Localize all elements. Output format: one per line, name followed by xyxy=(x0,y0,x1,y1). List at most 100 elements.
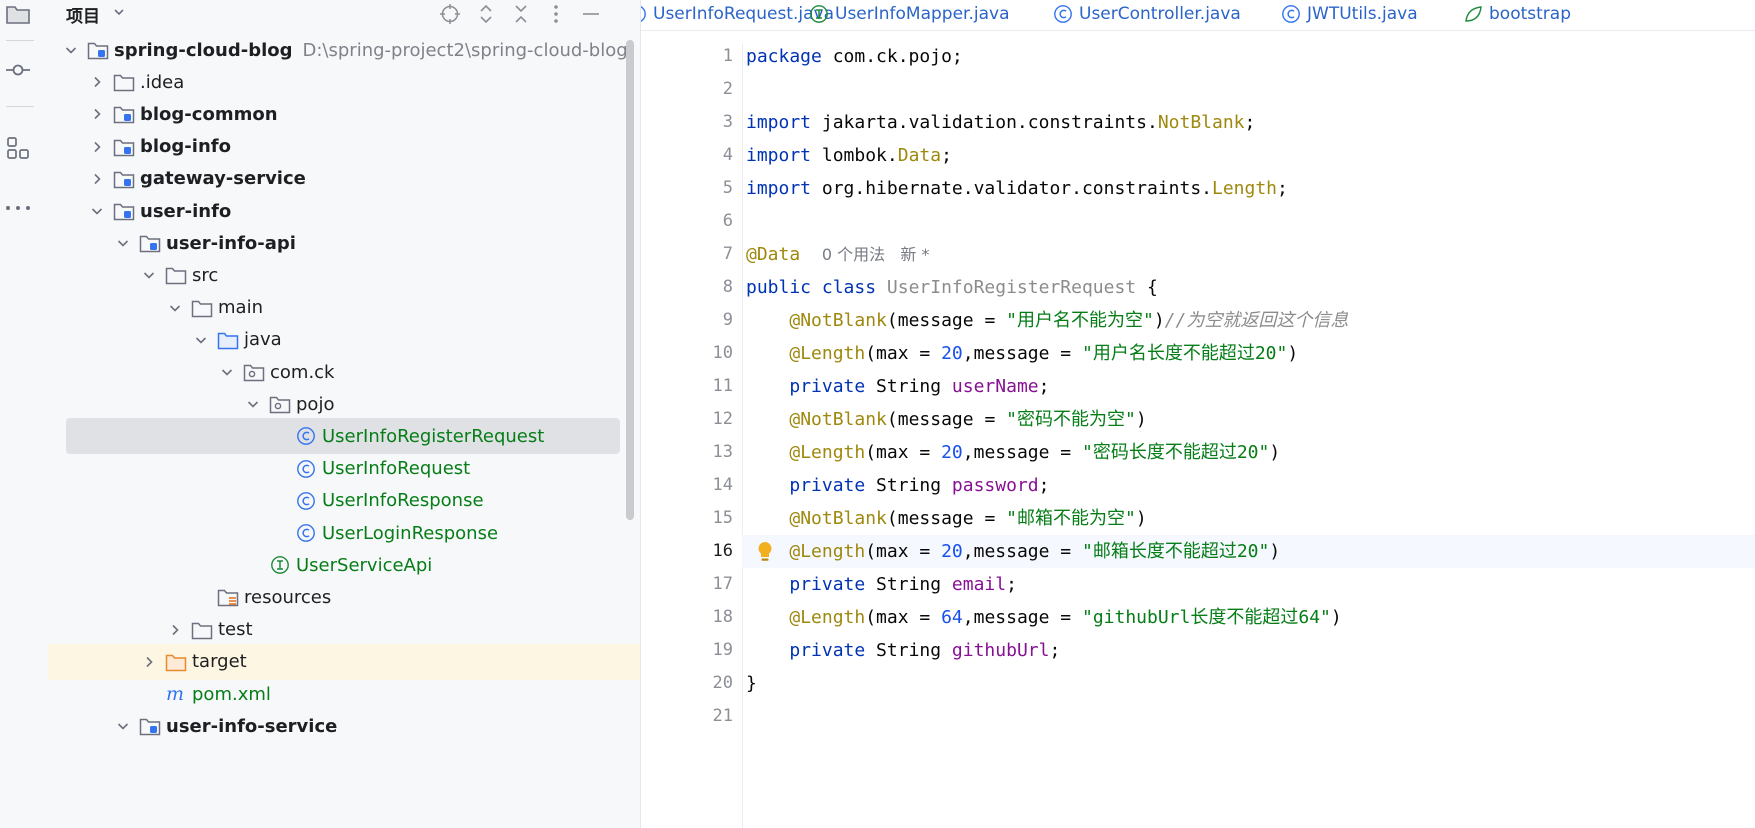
tree-item[interactable]: spring-cloud-blog D:\spring-project2\spri… xyxy=(48,32,640,68)
tree-item[interactable]: test xyxy=(48,612,640,648)
code-line[interactable]: @Data 0 个用法 新 * xyxy=(742,238,1755,271)
tree-item[interactable]: m pom.xml xyxy=(48,676,640,712)
expand-all-icon[interactable] xyxy=(474,2,498,26)
chevron-right-icon[interactable] xyxy=(88,170,106,188)
code-line[interactable] xyxy=(742,205,1755,238)
chevron-right-icon[interactable] xyxy=(166,621,184,639)
usage-hint[interactable]: 0 个用法 新 * xyxy=(822,245,930,264)
hide-panel-icon[interactable] xyxy=(579,2,603,26)
chevron-down-icon[interactable] xyxy=(244,395,262,413)
line-number: 3 xyxy=(722,112,733,132)
tree-item[interactable]: UserInfoResponse xyxy=(48,483,640,519)
editor-tab-label: UserInfoRequest.java xyxy=(653,4,834,24)
editor-tab[interactable]: UserInfoMapper.java xyxy=(809,0,1010,28)
interface-icon xyxy=(268,554,292,576)
code-line[interactable]: @Length(max = 64,message = "githubUrl长度不… xyxy=(742,601,1755,634)
tree-item[interactable]: resources xyxy=(48,579,640,615)
line-number: 17 xyxy=(712,574,733,594)
locate-icon[interactable] xyxy=(438,2,462,26)
tree-item[interactable]: pojo xyxy=(48,386,640,422)
code-line[interactable]: } xyxy=(742,667,1755,700)
code-line[interactable] xyxy=(742,73,1755,106)
tree-item[interactable]: user-info-api xyxy=(48,225,640,261)
tree-item[interactable]: UserLoginResponse xyxy=(48,515,640,551)
code-line[interactable]: import jakarta.validation.constraints.No… xyxy=(742,106,1755,139)
project-scrollbar[interactable] xyxy=(626,40,634,520)
code-line[interactable]: public class UserInfoRegisterRequest { xyxy=(742,271,1755,304)
line-number: 20 xyxy=(712,673,733,693)
code-line[interactable]: private String userName; xyxy=(742,370,1755,403)
chevron-down-icon[interactable] xyxy=(166,299,184,317)
code-line[interactable]: import org.hibernate.validator.constrain… xyxy=(742,172,1755,205)
code-line[interactable]: import lombok.Data; xyxy=(742,139,1755,172)
editor-tab[interactable]: UserController.java xyxy=(1053,0,1241,28)
options-icon[interactable] xyxy=(544,2,568,26)
tree-item[interactable]: main xyxy=(48,290,640,326)
code-token: @NotBlank xyxy=(789,508,887,529)
code-token: (message = xyxy=(886,508,1007,529)
code-token: ; xyxy=(1038,475,1050,496)
line-number: 16 xyxy=(712,541,733,561)
tree-item[interactable]: target xyxy=(48,643,640,680)
code-token: 20 xyxy=(941,442,963,463)
code-line[interactable]: @NotBlank(message = "邮箱不能为空") xyxy=(742,502,1755,535)
tree-item[interactable]: java xyxy=(48,322,640,358)
tree-item[interactable]: UserInfoRegisterRequest xyxy=(66,418,620,455)
chevron-right-icon[interactable] xyxy=(140,653,158,671)
code-line[interactable]: package com.ck.pojo; xyxy=(742,40,1755,73)
code-line[interactable] xyxy=(742,700,1755,733)
more-tools-icon[interactable] xyxy=(4,194,32,222)
tree-item[interactable]: com.ck xyxy=(48,354,640,390)
chevron-down-icon[interactable] xyxy=(112,4,126,23)
folder-icon xyxy=(190,297,214,319)
code-line[interactable]: private String githubUrl; xyxy=(742,634,1755,667)
code-line[interactable]: @Length(max = 20,message = "密码长度不能超过20") xyxy=(742,436,1755,469)
code-line[interactable]: private String password; xyxy=(742,469,1755,502)
excluded-folder-icon xyxy=(164,651,188,673)
folder-icon xyxy=(112,71,136,93)
chevron-down-icon[interactable] xyxy=(192,331,210,349)
project-tool-icon[interactable] xyxy=(4,0,32,28)
editor-tab[interactable]: bootstrap xyxy=(1463,0,1571,28)
editor-tab[interactable]: UserInfoRequest.java xyxy=(641,0,834,28)
lightbulb-icon[interactable] xyxy=(756,540,774,564)
code-line[interactable]: private String email; xyxy=(742,568,1755,601)
editor-tab-label: UserInfoMapper.java xyxy=(835,4,1010,24)
chevron-down-icon[interactable] xyxy=(114,234,132,252)
line-number: 11 xyxy=(712,376,733,396)
structure-tool-icon[interactable] xyxy=(4,134,32,162)
tree-item[interactable]: gateway-service xyxy=(48,161,640,197)
tree-item[interactable]: blog-common xyxy=(48,96,640,132)
code-token: ,message = xyxy=(962,442,1082,463)
tree-item[interactable]: user-info xyxy=(48,193,640,229)
chevron-right-icon[interactable] xyxy=(88,73,106,91)
chevron-right-icon[interactable] xyxy=(88,105,106,123)
tree-item[interactable]: .idea xyxy=(48,64,640,100)
tree-item[interactable]: UserServiceApi xyxy=(48,547,640,583)
chevron-down-icon[interactable] xyxy=(140,266,158,284)
code-token: @NotBlank xyxy=(789,310,887,331)
chevron-down-icon[interactable] xyxy=(88,202,106,220)
tree-item[interactable]: UserInfoRequest xyxy=(48,451,640,487)
project-panel-title[interactable]: 项目 xyxy=(66,2,100,27)
chevron-down-icon[interactable] xyxy=(218,363,236,381)
code-token: } xyxy=(746,673,757,694)
code-line[interactable]: @Length(max = 20,message = "用户名长度不能超过20"… xyxy=(742,337,1755,370)
chevron-down-icon[interactable] xyxy=(62,41,80,59)
code-line[interactable]: @NotBlank(message = "用户名不能为空")//为空就返回这个信… xyxy=(742,304,1755,337)
collapse-all-icon[interactable] xyxy=(509,2,533,26)
tree-item-label: gateway-service xyxy=(140,168,306,190)
code-line[interactable]: @NotBlank(message = "密码不能为空") xyxy=(742,403,1755,436)
chevron-down-icon[interactable] xyxy=(114,717,132,735)
tree-item[interactable]: src xyxy=(48,257,640,293)
chevron-right-icon[interactable] xyxy=(88,138,106,156)
tree-item[interactable]: blog-info xyxy=(48,129,640,165)
tree-item[interactable]: user-info-service xyxy=(48,708,640,744)
code-line[interactable]: @Length(max = 20,message = "邮箱长度不能超过20") xyxy=(742,535,1755,568)
editor-tab[interactable]: JWTUtils.java xyxy=(1281,0,1418,28)
folder-icon xyxy=(190,619,214,641)
code-token: ) xyxy=(1135,508,1147,529)
code-token: 20 xyxy=(941,541,963,562)
code-token: (max = xyxy=(865,607,942,628)
commit-tool-icon[interactable] xyxy=(4,56,32,84)
